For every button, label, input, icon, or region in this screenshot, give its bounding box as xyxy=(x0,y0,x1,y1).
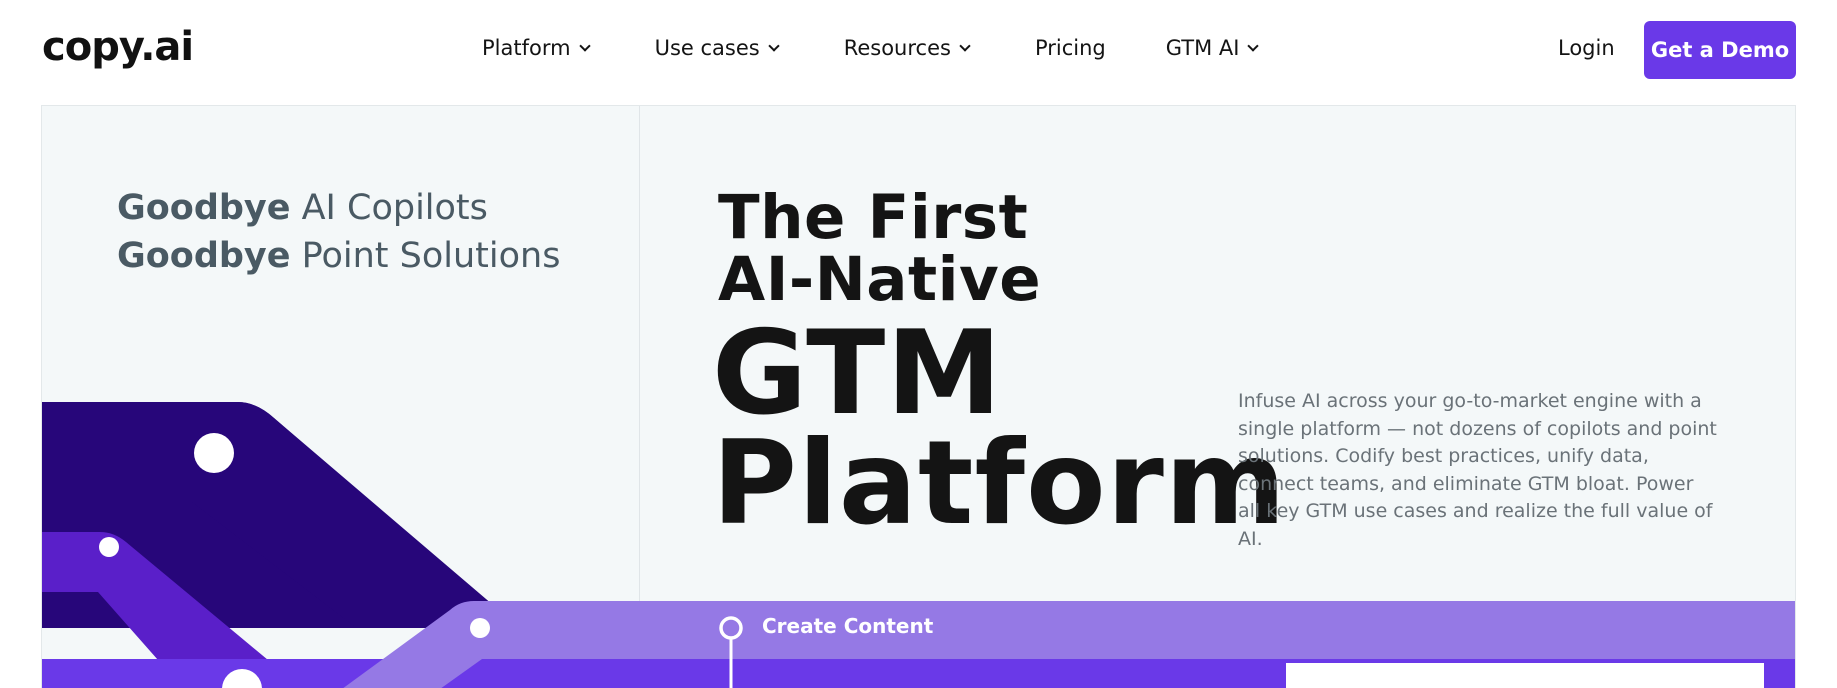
nav-platform[interactable]: Platform xyxy=(482,36,591,60)
chevron-down-icon xyxy=(578,39,591,52)
hero-description: Infuse AI across your go-to-market engin… xyxy=(1238,390,1717,550)
nav-pricing-label: Pricing xyxy=(1034,36,1106,60)
nav-gtm-ai[interactable]: GTM AI xyxy=(1165,36,1260,60)
node-dot xyxy=(99,537,119,557)
login-link[interactable]: Login xyxy=(1558,36,1615,60)
main-nav: Platform Use cases Resources Pricing GTM… xyxy=(482,36,1260,60)
nav-resources[interactable]: Resources xyxy=(843,36,971,60)
nav-platform-label: Platform xyxy=(482,36,571,60)
get-a-demo-button[interactable]: Get a Demo xyxy=(1644,21,1796,79)
nav-gtm-ai-label: GTM AI xyxy=(1165,36,1240,60)
node-dot xyxy=(470,618,490,638)
create-content-label: Create Content xyxy=(762,614,934,638)
hero-title-line-1: The First xyxy=(718,182,1029,253)
chevron-down-icon xyxy=(768,39,780,52)
goodbye-ai-copilots: Goodbye AI Copilots xyxy=(117,188,488,228)
nav-resources-label: Resources xyxy=(843,36,951,60)
hero-section: Goodbye AI Copilots Goodbye Point Soluti… xyxy=(41,105,1796,688)
copy-ai-logo[interactable]: copy.ai xyxy=(42,24,194,70)
top-navigation: copy.ai Platform Use cases Resources Pri… xyxy=(0,0,1837,100)
nav-pricing[interactable]: Pricing xyxy=(1035,36,1106,60)
white-card xyxy=(1286,663,1764,688)
hero-title-line-2: AI-Native xyxy=(718,244,1042,315)
goodbye-point-solutions: Goodbye Point Solutions xyxy=(117,236,561,276)
chevron-down-icon xyxy=(959,39,971,52)
hero-title-line-4: Platform xyxy=(712,416,1287,551)
nav-use-cases[interactable]: Use cases xyxy=(654,36,780,60)
chevron-down-icon xyxy=(1247,39,1260,52)
node-dot xyxy=(194,433,234,473)
nav-use-cases-label: Use cases xyxy=(654,36,760,60)
